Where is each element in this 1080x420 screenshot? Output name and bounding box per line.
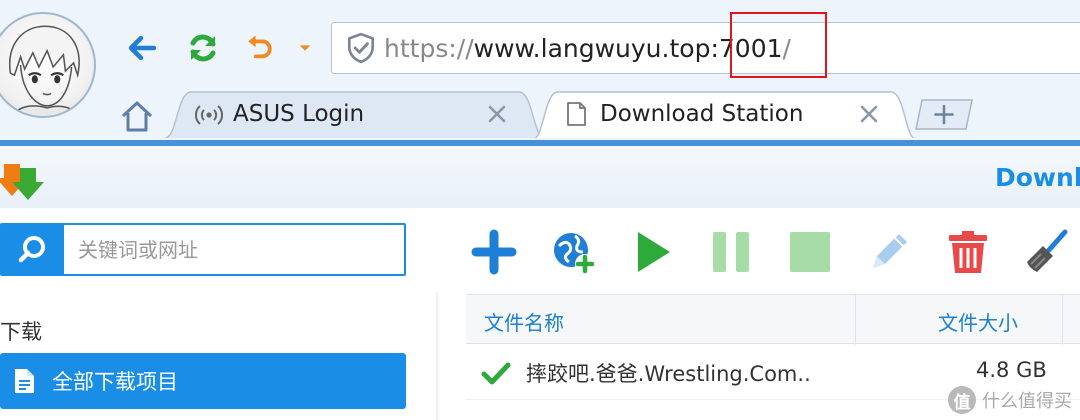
start-button[interactable] (626, 226, 678, 278)
add-task-button[interactable] (468, 226, 520, 278)
edit-button[interactable] (863, 226, 915, 278)
panel-divider (436, 292, 438, 420)
sidebar-section-download: 下载 (0, 320, 42, 344)
download-table: 文件名称 文件大小 摔跤吧.爸爸.Wrestling.Com.. 4.8 GB (466, 294, 1080, 400)
close-icon[interactable] (857, 102, 881, 126)
home-button[interactable] (118, 98, 156, 134)
search-box[interactable] (0, 223, 406, 276)
refresh-icon (190, 34, 216, 62)
shield-icon (347, 32, 375, 64)
watermark-text: 什么值得买 (982, 391, 1072, 412)
undo-icon (248, 35, 272, 59)
app-header: Downl (0, 146, 1080, 208)
download-station-logo-icon (0, 164, 44, 200)
document-icon (15, 369, 34, 393)
back-button[interactable] (122, 28, 162, 68)
stop-icon (790, 232, 830, 272)
delete-button[interactable] (942, 226, 994, 278)
url-scheme: https:// (384, 33, 474, 63)
tab-label: ASUS Login (233, 101, 365, 127)
port-highlight-box (730, 12, 827, 78)
add-icon (471, 229, 517, 275)
edit-icon (873, 234, 907, 268)
file-size: 4.8 GB (976, 358, 1047, 382)
watermark-logo: 值 (948, 386, 976, 414)
check-icon (481, 362, 511, 385)
column-divider (1062, 295, 1063, 345)
tab-label: Download Station (600, 101, 804, 127)
clear-completed-button[interactable] (1021, 226, 1073, 278)
stop-button[interactable] (784, 226, 836, 278)
chevron-down-icon (299, 45, 311, 51)
sidebar-item-all-downloads[interactable]: 全部下载项目 (0, 353, 406, 409)
plus-icon (915, 99, 973, 130)
delete-icon (949, 231, 987, 273)
new-tab-button[interactable] (914, 98, 974, 130)
file-name: 摔跤吧.爸爸.Wrestling.Com.. (526, 362, 811, 386)
user-avatar[interactable] (0, 12, 96, 118)
home-icon (121, 101, 153, 132)
wifi-icon (195, 105, 223, 125)
undo-button[interactable] (244, 28, 274, 68)
tab-download-station[interactable]: Download Station (532, 90, 917, 138)
download-toolbar (468, 226, 1080, 282)
search-input[interactable] (64, 225, 404, 274)
url-host: www.langwuyu.top (473, 33, 711, 63)
app-title: Downl (995, 163, 1080, 192)
add-url-button[interactable] (547, 226, 599, 278)
arrow-left-icon (128, 35, 157, 61)
sidebar-item-label: 全部下载项目 (52, 370, 178, 394)
add-url-icon (554, 233, 595, 274)
table-header: 文件名称 文件大小 (466, 294, 1080, 345)
browser-chrome: https://www.langwuyu.top:7001/ ASUS Logi… (0, 0, 1080, 146)
clear-icon (1027, 229, 1068, 272)
search-button[interactable] (2, 225, 64, 274)
address-bar[interactable]: https://www.langwuyu.top:7001/ (331, 22, 1080, 74)
download-station-app: Downl 下载 全部下载项目 (0, 146, 1080, 420)
pause-button[interactable] (705, 226, 757, 278)
search-icon (18, 235, 45, 262)
refresh-button[interactable] (183, 28, 223, 68)
undo-dropdown-button[interactable] (296, 28, 314, 68)
pause-icon (713, 232, 749, 272)
page-icon (567, 102, 586, 126)
tab-asus-login[interactable]: ASUS Login (165, 90, 545, 138)
watermark: 值 什么值得买 (948, 386, 1072, 414)
close-icon[interactable] (485, 102, 509, 126)
column-header-size[interactable]: 文件大小 (938, 307, 1018, 336)
column-divider (855, 295, 856, 345)
anime-avatar-icon (8, 25, 81, 116)
play-icon (638, 232, 670, 272)
column-header-name[interactable]: 文件名称 (484, 307, 564, 336)
